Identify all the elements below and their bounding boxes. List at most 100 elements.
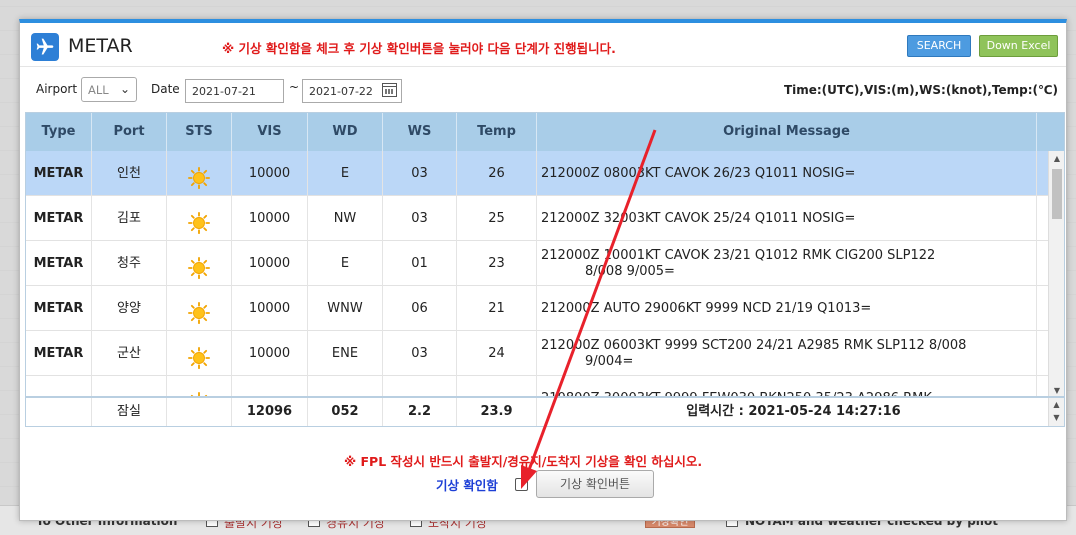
cell-wd: NW	[308, 196, 383, 241]
column-header-temp: Temp	[457, 113, 537, 151]
weather-confirm-label: 기상 확인함	[436, 478, 498, 493]
table-body: METAR 인천 10000 E 03 26 212000Z 08003KT CAVOK 2…	[26, 151, 1050, 396]
cell-ws: 01	[383, 241, 457, 286]
cell-port: 청주	[92, 241, 167, 286]
cell-sts	[167, 196, 232, 241]
date-separator: ~	[289, 80, 300, 94]
cell-temp: 24	[457, 331, 537, 376]
cell-type	[26, 376, 92, 396]
cell-type: METAR	[26, 241, 92, 286]
cell-ws: 03	[383, 151, 457, 196]
summary-input-time: 입력시간 : 2021-05-24 14:27:16	[686, 404, 901, 419]
cell-original-message: 212000Z 06003KT 9999 SCT200 24/21 A2985 …	[537, 331, 1037, 376]
calendar-icon[interactable]	[382, 83, 397, 97]
weather-confirm-checkbox[interactable]	[515, 478, 528, 491]
column-header-port: Port	[92, 113, 167, 151]
table-row[interactable]: METAR 청주 10000 E 01 23 212000Z 10001KT CAVOK 2…	[26, 241, 1050, 286]
airport-select[interactable]: ALL ⌄	[81, 77, 137, 102]
cell-port: 양양	[92, 286, 167, 331]
column-header-wd: WD	[308, 113, 383, 151]
column-header-type: Type	[26, 113, 92, 151]
table-scrollbar[interactable]: ▲ ▼	[1048, 151, 1064, 396]
cell-type: METAR	[26, 286, 92, 331]
cell-original-message: 212000Z AUTO 29006KT 9999 NCD 21/19 Q101…	[537, 286, 1037, 331]
metar-dialog: METAR ※ 기상 확인함을 체크 후 기상 확인버튼을 눌러야 다음 단계가…	[19, 19, 1067, 521]
date-label: Date	[151, 82, 180, 96]
cell-vis	[232, 376, 308, 396]
message-line: 212000Z 32003KT CAVOK 25/24 Q1011 NOSIG=	[541, 211, 856, 226]
cell-ws	[383, 376, 457, 396]
column-header-original-message: Original Message	[537, 113, 1037, 151]
summary-spinner[interactable]: ▲ ▼	[1048, 398, 1064, 426]
cell-port: 김포	[92, 196, 167, 241]
cell-original-message: 212000Z 08003KT CAVOK 26/23 Q1011 NOSIG=	[537, 151, 1037, 196]
table-row[interactable]: 210800Z 30003KT 9999 FEW030 BKN250 35/23…	[26, 376, 1050, 396]
chevron-down-icon: ⌄	[119, 82, 130, 96]
summary-type-cell	[26, 398, 92, 426]
bottom-warning-text: ※ FPL 작성시 반드시 출발지/경유지/도착지 기상을 확인 하십시오.	[344, 454, 703, 469]
summary-sts-cell	[167, 398, 232, 426]
scroll-down-icon[interactable]: ▼	[1049, 386, 1064, 395]
cell-ws: 06	[383, 286, 457, 331]
cell-type: METAR	[26, 151, 92, 196]
cell-original-message: 212000Z 10001KT CAVOK 23/21 Q1012 RMK CI…	[537, 241, 1037, 286]
cell-type: METAR	[26, 331, 92, 376]
sunny-icon	[188, 343, 210, 369]
table-row[interactable]: METAR 군산 10000 ENE 03 24 212000Z 06003KT 9999 …	[26, 331, 1050, 376]
summary-row: 잠실 12096 052 2.2 23.9 입력시간 : 2021-05-24 …	[25, 397, 1065, 427]
cell-sts	[167, 241, 232, 286]
scroll-up-icon[interactable]: ▲	[1049, 154, 1064, 163]
cell-type: METAR	[26, 196, 92, 241]
column-header-sts: STS	[167, 113, 232, 151]
table-row[interactable]: METAR 인천 10000 E 03 26 212000Z 08003KT CAVOK 2…	[26, 151, 1050, 196]
cell-vis: 10000	[232, 241, 308, 286]
cell-ws: 03	[383, 196, 457, 241]
filter-bar: Airport ALL ⌄ Date 2021-07-21 ~ 2021-07-…	[20, 68, 1066, 110]
message-line: 212000Z 08003KT CAVOK 26/23 Q1011 NOSIG=	[541, 166, 856, 181]
sunny-icon	[188, 163, 210, 189]
sunny-icon	[188, 253, 210, 279]
cell-vis: 10000	[232, 286, 308, 331]
date-from-input[interactable]: 2021-07-21	[185, 79, 284, 103]
cell-port	[92, 376, 167, 396]
cell-vis: 10000	[232, 151, 308, 196]
weather-confirm-button[interactable]: 기상 확인버튼	[536, 470, 654, 498]
cell-vis: 10000	[232, 196, 308, 241]
cell-wd: WNW	[308, 286, 383, 331]
summary-wd: 052	[308, 398, 383, 426]
message-line: 212000Z 10001KT CAVOK 23/21 Q1012 RMK CI…	[541, 248, 936, 263]
cell-wd: E	[308, 241, 383, 286]
message-line: 212000Z 06003KT 9999 SCT200 24/21 A2985 …	[541, 338, 967, 353]
table-header: Type Port STS VIS WD WS Temp Original Me…	[26, 113, 1064, 151]
cell-wd: E	[308, 151, 383, 196]
cell-temp: 26	[457, 151, 537, 196]
download-excel-button[interactable]: Down Excel	[979, 35, 1058, 57]
table-row[interactable]: METAR 양양 10000 WNW 06 21 212000Z AUTO 29006KT …	[26, 286, 1050, 331]
cell-vis: 10000	[232, 331, 308, 376]
column-header-ws: WS	[383, 113, 457, 151]
cell-temp: 25	[457, 196, 537, 241]
airport-select-value: ALL	[88, 83, 109, 97]
sunny-icon	[188, 208, 210, 234]
cell-temp: 21	[457, 286, 537, 331]
cell-port: 인천	[92, 151, 167, 196]
units-legend: Time:(UTC),VIS:(m),WS:(knot),Temp:(℃)	[783, 83, 1058, 97]
cell-temp	[457, 376, 537, 396]
cell-ws: 03	[383, 331, 457, 376]
summary-vis: 12096	[232, 398, 308, 426]
message-line-continued: 8/008 9/005=	[585, 264, 675, 279]
airport-label: Airport	[36, 82, 78, 96]
search-button[interactable]: SEARCH	[907, 35, 971, 57]
top-warning-text: ※ 기상 확인함을 체크 후 기상 확인버튼을 눌러야 다음 단계가 진행됩니다…	[222, 41, 616, 56]
sunny-icon	[188, 388, 210, 396]
page-title: METAR	[68, 35, 133, 57]
table-row[interactable]: METAR 김포 10000 NW 03 25 212000Z 32003KT CAVOK …	[26, 196, 1050, 241]
summary-temp: 23.9	[457, 398, 537, 426]
metar-table: Type Port STS VIS WD WS Temp Original Me…	[25, 112, 1065, 397]
cell-port: 군산	[92, 331, 167, 376]
scrollbar-thumb[interactable]	[1052, 169, 1062, 219]
summary-port: 잠실	[92, 398, 167, 426]
dialog-header: METAR ※ 기상 확인함을 체크 후 기상 확인버튼을 눌러야 다음 단계가…	[20, 23, 1066, 67]
cell-temp: 23	[457, 241, 537, 286]
sunny-icon	[188, 298, 210, 324]
